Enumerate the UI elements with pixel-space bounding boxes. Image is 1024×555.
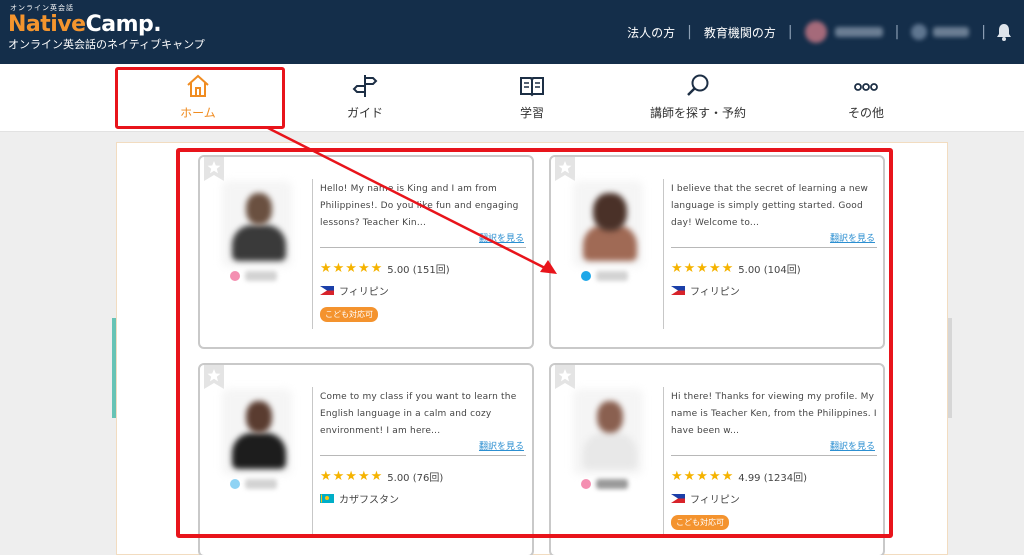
corporate-link[interactable]: 法人の方 <box>615 24 687 41</box>
more-icon <box>854 83 878 91</box>
nav-guide[interactable]: ガイド <box>280 64 450 132</box>
nav-more-label: その他 <box>847 106 884 120</box>
avatar <box>804 21 827 43</box>
header-separator: | <box>981 24 986 40</box>
nav-study-label: 学習 <box>519 106 544 120</box>
logo-wordmark: NativeCamp. <box>8 12 162 37</box>
nav-guide-label: ガイド <box>346 106 383 120</box>
signpost-icon <box>352 75 378 97</box>
header-links: 法人の方 | 教育機関の方 | | | <box>615 0 1024 64</box>
logo-subtitle: オンライン英会話のネイティブキャンプ <box>8 38 205 51</box>
nav-more[interactable]: その他 <box>781 64 951 132</box>
bell-icon[interactable] <box>996 23 1012 41</box>
highlight-box-cards <box>176 148 893 538</box>
user-menu[interactable] <box>793 21 895 43</box>
nav-find-teacher-label: 講師を探す・予約 <box>649 106 746 120</box>
coin-balance[interactable] <box>899 24 981 40</box>
highlight-box-home <box>115 67 285 129</box>
nav-study[interactable]: 学習 <box>447 64 617 132</box>
top-header: オンライン英会話 NativeCamp. オンライン英会話のネイティブキャンプ … <box>0 0 1024 64</box>
book-icon <box>520 77 544 97</box>
nativecamp-logo[interactable]: オンライン英会話 NativeCamp. オンライン英会話のネイティブキャンプ <box>8 4 205 52</box>
coin-value-blurred <box>933 27 970 37</box>
user-name-blurred <box>834 27 883 37</box>
nav-find-teacher[interactable]: 講師を探す・予約 <box>613 64 783 132</box>
coin-icon <box>911 24 928 40</box>
search-icon <box>687 74 709 96</box>
education-link[interactable]: 教育機関の方 <box>692 24 788 41</box>
